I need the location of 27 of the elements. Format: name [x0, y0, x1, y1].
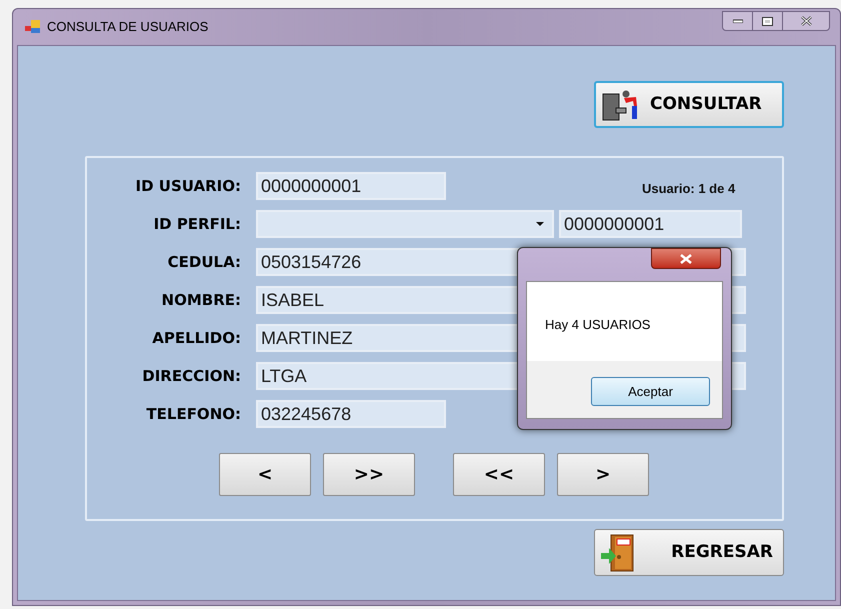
- app-icon: [25, 20, 41, 34]
- dropdown-field[interactable]: [256, 210, 554, 238]
- navigation-button[interactable]: >: [557, 453, 649, 496]
- dropdown-arrow-icon: [536, 222, 544, 226]
- input-field[interactable]: 032245678: [256, 400, 446, 428]
- field-label: ID USUARIO:: [134, 176, 241, 197]
- field-label: ID PERFIL:: [152, 214, 241, 235]
- navigation-button[interactable]: >>: [323, 453, 415, 496]
- close-button[interactable]: [651, 248, 721, 269]
- field-label: TELEFONO:: [145, 404, 241, 425]
- maximize-icon: [762, 16, 773, 26]
- field-label: DIRECCION:: [141, 366, 241, 387]
- field-label: NOMBRE:: [160, 290, 241, 311]
- close-icon: [800, 16, 812, 26]
- accept-button[interactable]: Aceptar: [591, 377, 710, 406]
- minimize-icon: [732, 19, 742, 23]
- back-button[interactable]: REGRESAR: [594, 529, 784, 576]
- close-icon: [679, 254, 693, 264]
- consult-button[interactable]: CONSULTAR: [594, 81, 784, 128]
- field-label: APELLIDO:: [151, 328, 241, 349]
- record-counter: Usuario: 1 de 4: [642, 180, 736, 198]
- window-title: CONSULTA DE USUARIOS: [47, 18, 208, 36]
- field-label: CEDULA:: [166, 252, 241, 273]
- input-field[interactable]: 0000000001: [559, 210, 742, 238]
- input-field[interactable]: 0000000001: [256, 172, 446, 200]
- navigation-button[interactable]: <<: [453, 453, 545, 496]
- navigation-button[interactable]: <: [219, 453, 311, 496]
